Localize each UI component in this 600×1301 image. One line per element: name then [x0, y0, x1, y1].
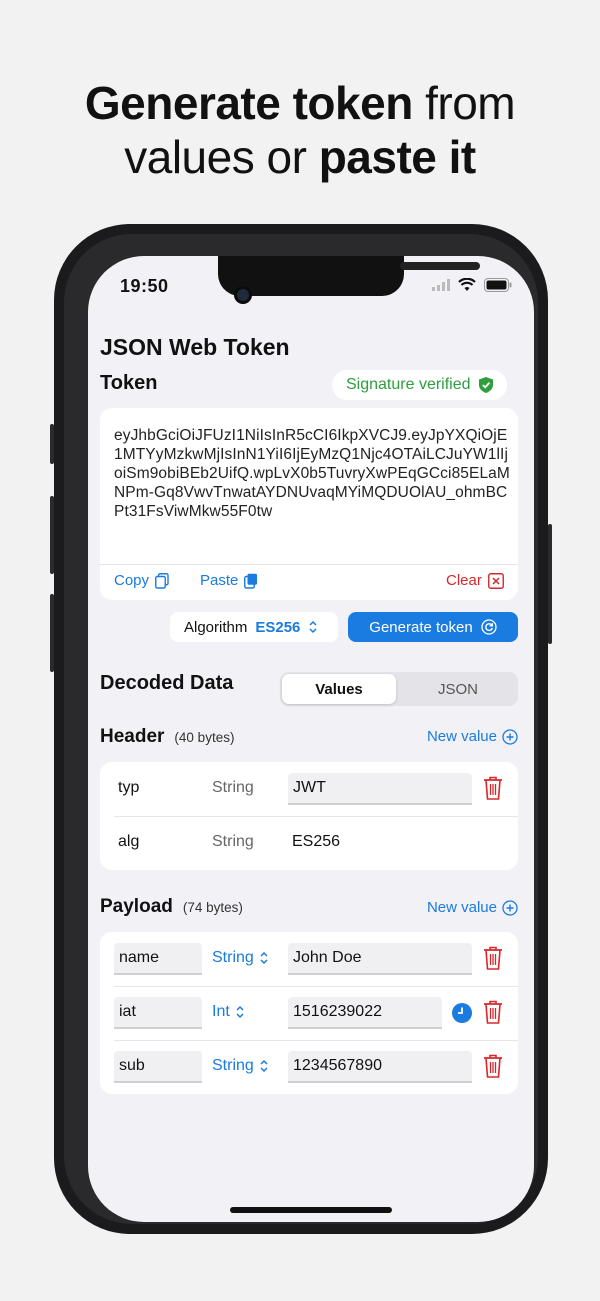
headline-light-1: from — [412, 77, 516, 129]
clear-label: Clear — [446, 572, 482, 589]
payload-key-field[interactable]: sub — [114, 1051, 202, 1083]
copy-label: Copy — [114, 572, 150, 589]
tab-json[interactable]: JSON — [400, 674, 516, 704]
payload-type-picker[interactable]: Int — [212, 1003, 245, 1021]
status-icons — [432, 278, 512, 292]
volume-up-button — [50, 496, 54, 574]
type-label: String — [212, 1057, 254, 1074]
paste-icon — [244, 573, 258, 589]
battery-icon — [484, 278, 512, 292]
header-bytes: (40 bytes) — [174, 730, 235, 745]
clear-x-icon — [487, 572, 504, 589]
plus-circle-icon — [502, 899, 518, 916]
copy-button[interactable]: Copy — [114, 572, 169, 589]
generate-token-button[interactable]: Generate token — [348, 612, 518, 642]
trash-icon[interactable] — [482, 775, 504, 801]
silent-switch — [50, 424, 54, 464]
payload-key-field[interactable]: iat — [114, 997, 202, 1029]
header-type: String — [212, 833, 254, 850]
new-value-label: New value — [426, 899, 497, 916]
home-indicator[interactable] — [230, 1207, 392, 1213]
header-type: String — [212, 779, 254, 796]
plus-circle-icon — [502, 728, 518, 745]
paste-button[interactable]: Paste — [200, 572, 258, 589]
headline-bold-2: paste it — [318, 131, 477, 183]
headline-light-2: values or — [124, 131, 319, 183]
verified-shield-icon — [478, 377, 493, 393]
chevron-updown-icon — [309, 620, 317, 634]
phone-bezel: 19:50 JSON Web Token Token Signature ver… — [64, 234, 538, 1224]
algorithm-value: ES256 — [255, 618, 301, 636]
front-camera — [234, 286, 252, 304]
generate-token-label: Generate token — [369, 618, 473, 636]
payload-value-field[interactable]: John Doe — [288, 943, 472, 975]
trash-icon[interactable] — [482, 999, 504, 1025]
paste-label: Paste — [200, 572, 239, 589]
payload-type-picker[interactable]: String — [212, 949, 269, 967]
chevron-updown-icon — [260, 1059, 268, 1073]
table-row: typ String JWT — [100, 762, 518, 816]
decoded-data-heading: Decoded Data — [100, 672, 234, 694]
wifi-icon — [458, 278, 476, 291]
app-screen: 19:50 JSON Web Token Token Signature ver… — [88, 256, 534, 1222]
payload-value-field[interactable]: 1234567890 — [288, 1051, 472, 1083]
token-label: Token — [100, 372, 158, 394]
table-row: alg String ES256 — [100, 816, 518, 870]
volume-down-button — [50, 594, 54, 672]
payload-card: name String John Doe iat Int 1516239022 … — [100, 932, 518, 1094]
copy-icon — [155, 572, 169, 589]
signature-status-text: Signature verified — [346, 376, 471, 393]
signal-icon — [432, 279, 450, 291]
payload-bytes: (74 bytes) — [182, 900, 243, 915]
payload-value-field[interactable]: 1516239022 — [288, 997, 442, 1029]
header-key-typ: typ — [118, 779, 140, 796]
algorithm-label: Algorithm — [184, 618, 248, 636]
header-key-alg: alg — [118, 833, 140, 850]
payload-type-picker[interactable]: String — [212, 1057, 269, 1075]
header-card: typ String JWT alg String ES256 — [100, 762, 518, 870]
header-value-field[interactable]: JWT — [288, 773, 472, 805]
payload-new-value-button[interactable]: New value — [427, 899, 518, 916]
token-textarea[interactable]: eyJhbGciOiJFUzI1NiIsInR5cCI6IkpXVCJ9.eyJ… — [114, 426, 510, 521]
app-title: JSON Web Token — [100, 334, 290, 360]
trash-icon[interactable] — [482, 945, 504, 971]
speaker — [400, 262, 480, 270]
trash-icon[interactable] — [482, 1053, 504, 1079]
marketing-headline: Generate token from values or paste it — [0, 76, 600, 184]
header-section-heading: Header (40 bytes) — [100, 726, 234, 748]
table-row: sub String 1234567890 — [100, 1040, 518, 1094]
payload-title: Payload — [100, 896, 173, 917]
payload-key-field[interactable]: name — [114, 943, 202, 975]
header-title: Header — [100, 726, 165, 747]
power-button — [548, 524, 552, 644]
type-label: String — [212, 949, 254, 966]
status-time: 19:50 — [120, 276, 169, 296]
payload-section-heading: Payload (74 bytes) — [100, 896, 243, 918]
chevron-updown-icon — [236, 1005, 244, 1019]
algorithm-picker[interactable]: Algorithm ES256 — [170, 612, 338, 642]
phone-frame: 19:50 JSON Web Token Token Signature ver… — [50, 224, 552, 1234]
signature-status-badge: Signature verified — [332, 370, 507, 400]
token-card: eyJhbGciOiJFUzI1NiIsInR5cCI6IkpXVCJ9.eyJ… — [100, 408, 518, 600]
header-new-value-button[interactable]: New value — [427, 728, 518, 745]
new-value-label: New value — [426, 728, 497, 745]
table-row: name String John Doe — [100, 932, 518, 986]
tab-values[interactable]: Values — [282, 674, 396, 704]
clear-button[interactable]: Clear — [446, 572, 504, 589]
view-mode-segmented-control: Values JSON — [280, 672, 518, 706]
refresh-icon — [481, 619, 497, 635]
chevron-updown-icon — [260, 951, 268, 965]
headline-bold-1: Generate token — [84, 77, 413, 129]
table-row: iat Int 1516239022 — [100, 986, 518, 1040]
header-value-readonly: ES256 — [292, 833, 341, 850]
divider — [100, 564, 518, 565]
clock-icon[interactable] — [452, 1003, 472, 1023]
type-label: Int — [212, 1003, 230, 1020]
